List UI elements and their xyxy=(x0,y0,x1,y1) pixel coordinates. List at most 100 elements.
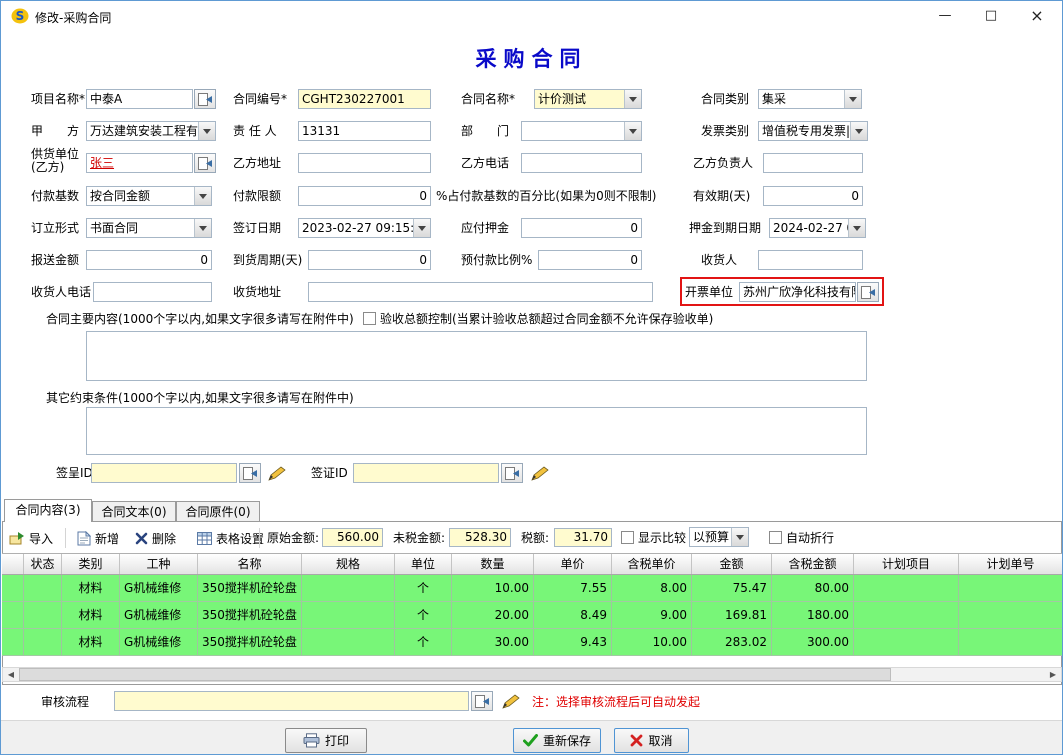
deposit-input[interactable]: 0 xyxy=(521,218,642,238)
grid-column-header[interactable]: 金额 xyxy=(692,554,772,574)
table-cell[interactable]: 350搅拌机砼轮盘 xyxy=(198,629,302,655)
memo-id-input[interactable] xyxy=(91,463,237,483)
table-cell[interactable]: 75.47 xyxy=(692,575,772,601)
table-cell[interactable]: 80.00 xyxy=(772,575,854,601)
grid-column-header[interactable]: 含税单价 xyxy=(612,554,692,574)
delete-button[interactable]: 删除 xyxy=(131,527,180,549)
table-cell[interactable]: 个 xyxy=(395,575,452,601)
grid-column-header[interactable]: 工种 xyxy=(120,554,198,574)
invoice-unit-lookup-button[interactable] xyxy=(857,282,879,302)
party-a-select[interactable]: 万达建筑安装工程有 xyxy=(86,121,216,141)
tab-contract-text[interactable]: 合同文本(0) xyxy=(92,501,176,521)
grid-column-header[interactable]: 名称 xyxy=(198,554,302,574)
table-cell[interactable] xyxy=(854,629,959,655)
audit-flow-edit-button[interactable] xyxy=(498,691,524,711)
pay-limit-input[interactable]: 0 xyxy=(298,186,431,206)
scroll-right-icon[interactable]: ▶ xyxy=(1045,668,1061,681)
add-button[interactable]: 新增 xyxy=(73,527,123,549)
table-cell[interactable]: 8.49 xyxy=(534,602,612,628)
table-cell[interactable]: 30.00 xyxy=(452,629,534,655)
table-cell[interactable]: 个 xyxy=(395,602,452,628)
contract-name-select[interactable]: 计价测试 xyxy=(534,89,642,109)
audit-flow-lookup-button[interactable] xyxy=(471,691,493,711)
table-cell[interactable]: G机械维修 xyxy=(120,602,198,628)
party-b-phone-input[interactable] xyxy=(521,153,642,173)
prepay-pct-input[interactable]: 0 xyxy=(538,250,642,270)
table-cell[interactable]: 8.00 xyxy=(612,575,692,601)
grid-settings-button[interactable]: 表格设置 xyxy=(193,527,268,549)
project-name-input[interactable]: 中泰A xyxy=(86,89,193,109)
supplier-input[interactable]: 张三 xyxy=(86,153,193,173)
form-type-select[interactable]: 书面合同 xyxy=(86,218,212,238)
table-cell[interactable]: G机械维修 xyxy=(120,575,198,601)
deposit-due-picker[interactable]: 2024-02-27 09:15: xyxy=(769,218,866,238)
grid-column-header[interactable]: 单价 xyxy=(534,554,612,574)
grid-column-header[interactable]: 计划项目 xyxy=(854,554,959,574)
project-lookup-button[interactable] xyxy=(194,89,216,109)
auto-wrap-checkbox[interactable] xyxy=(769,531,782,544)
manager-input[interactable]: 13131 xyxy=(298,121,431,141)
tax-value[interactable]: 31.70 xyxy=(554,528,612,547)
table-cell[interactable] xyxy=(24,602,62,628)
resave-button[interactable]: 重新保存 xyxy=(513,728,601,753)
table-cell[interactable]: 9.00 xyxy=(612,602,692,628)
table-cell[interactable]: 材料 xyxy=(62,575,120,601)
grid-column-header[interactable]: 计划单号 xyxy=(959,554,1062,574)
table-cell[interactable]: G机械维修 xyxy=(120,629,198,655)
grid-column-header[interactable]: 规格 xyxy=(302,554,395,574)
pay-base-select[interactable]: 按合同金额 xyxy=(86,186,212,206)
grid-column-header[interactable]: 含税金额 xyxy=(772,554,854,574)
table-cell[interactable]: 350搅拌机砼轮盘 xyxy=(198,602,302,628)
show-compare-checkbox[interactable] xyxy=(621,531,634,544)
grid-column-header[interactable]: 类别 xyxy=(62,554,120,574)
receiver-input[interactable] xyxy=(758,250,863,270)
table-cell[interactable] xyxy=(959,602,1062,628)
print-button[interactable]: 打印 xyxy=(285,728,367,753)
compare-mode-select[interactable]: 以预算 xyxy=(689,527,749,547)
cancel-button[interactable]: 取消 xyxy=(614,728,689,753)
acceptance-total-checkbox[interactable] xyxy=(363,312,376,325)
table-row[interactable]: 材料G机械维修350搅拌机砼轮盘个10.007.558.0075.4780.00 xyxy=(2,575,1062,602)
table-cell[interactable]: 材料 xyxy=(62,629,120,655)
audit-flow-input[interactable] xyxy=(114,691,469,711)
table-cell[interactable] xyxy=(302,575,395,601)
main-content-textarea[interactable] xyxy=(86,331,867,381)
row-indicator[interactable] xyxy=(2,575,24,601)
import-button[interactable]: 导入 xyxy=(5,527,57,549)
horizontal-scrollbar[interactable]: ◀ ▶ xyxy=(2,667,1062,682)
invoice-unit-input[interactable]: 苏州广欣净化科技有限 xyxy=(739,282,856,302)
receiver-phone-input[interactable] xyxy=(93,282,212,302)
department-select[interactable] xyxy=(521,121,642,141)
table-cell[interactable] xyxy=(302,602,395,628)
table-cell[interactable]: 个 xyxy=(395,629,452,655)
untaxed-amount-value[interactable]: 528.30 xyxy=(449,528,511,547)
valid-days-input[interactable]: 0 xyxy=(763,186,863,206)
memo-id-edit-button[interactable] xyxy=(264,463,290,483)
table-cell[interactable]: 9.43 xyxy=(534,629,612,655)
receive-address-input[interactable] xyxy=(308,282,653,302)
tab-contract-original[interactable]: 合同原件(0) xyxy=(176,501,260,521)
grid-column-header[interactable]: 数量 xyxy=(452,554,534,574)
table-cell[interactable]: 283.02 xyxy=(692,629,772,655)
table-cell[interactable] xyxy=(854,575,959,601)
grid-column-header[interactable]: 状态 xyxy=(24,554,62,574)
table-cell[interactable]: 350搅拌机砼轮盘 xyxy=(198,575,302,601)
visa-id-edit-button[interactable] xyxy=(527,463,553,483)
table-cell[interactable] xyxy=(24,575,62,601)
table-cell[interactable] xyxy=(854,602,959,628)
grid-column-header[interactable]: 单位 xyxy=(395,554,452,574)
table-cell[interactable]: 10.00 xyxy=(612,629,692,655)
visa-id-input[interactable] xyxy=(353,463,499,483)
visa-id-lookup-button[interactable] xyxy=(501,463,523,483)
party-b-manager-input[interactable] xyxy=(763,153,863,173)
original-amount-value[interactable]: 560.00 xyxy=(322,528,383,547)
report-amount-input[interactable]: 0 xyxy=(86,250,212,270)
table-cell[interactable]: 180.00 xyxy=(772,602,854,628)
category-select[interactable]: 集采 xyxy=(758,89,862,109)
supplier-lookup-button[interactable] xyxy=(194,153,216,173)
table-cell[interactable]: 材料 xyxy=(62,602,120,628)
row-indicator[interactable] xyxy=(2,629,24,655)
row-indicator[interactable] xyxy=(2,602,24,628)
scrollbar-thumb[interactable] xyxy=(19,668,891,681)
table-row[interactable]: 材料G机械维修350搅拌机砼轮盘个20.008.499.00169.81180.… xyxy=(2,602,1062,629)
